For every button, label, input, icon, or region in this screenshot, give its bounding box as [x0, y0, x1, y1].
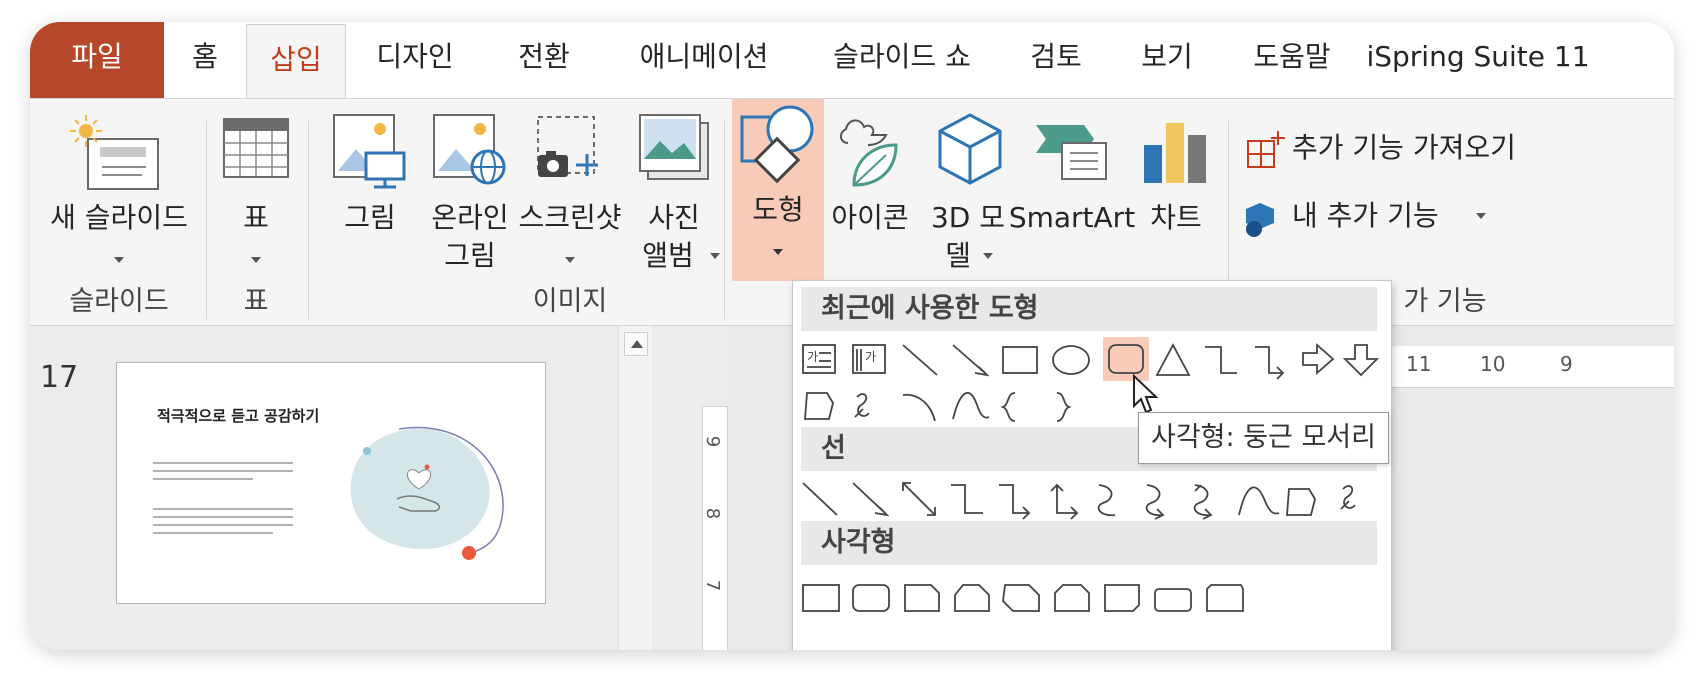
icons-icon: [840, 119, 898, 187]
group-separator: [206, 121, 207, 319]
screenshot-dropdown-icon[interactable]: [565, 257, 575, 263]
3d-models-label-1: 3D 모: [930, 201, 1006, 234]
group-separator: [308, 121, 309, 319]
new-slide-icon: [70, 115, 159, 190]
picture-button[interactable]: [330, 109, 410, 191]
new-slide-button[interactable]: [66, 109, 176, 201]
powerpoint-window: 파일 홈 삽입 디자인 전환 애니메이션 슬라이드 쇼 검토 보기 도움말 iS…: [30, 22, 1674, 650]
rectangle-shapes-grid[interactable]: [793, 577, 1393, 617]
tab-home[interactable]: 홈: [164, 22, 246, 98]
cube-icon: [938, 113, 1002, 185]
online-picture-label-2: 그림: [444, 239, 496, 272]
ruler-tick: 9: [1560, 352, 1573, 376]
3d-models-button[interactable]: [930, 109, 1010, 191]
photo-album-dropdown-icon[interactable]: [710, 253, 720, 259]
slide-thumbnail[interactable]: 적극적으로 듣고 공감하기: [116, 362, 546, 604]
3d-models-label-2: 델: [945, 239, 971, 272]
ruler-tick: 11: [1406, 352, 1432, 376]
ruler-tick: 9: [702, 435, 724, 448]
my-addins-button[interactable]: 내 추가 기능: [1246, 195, 1506, 239]
ruler-tick: 8: [702, 507, 724, 520]
smartart-label: SmartArt: [1008, 201, 1136, 234]
screenshot-button[interactable]: [530, 109, 610, 191]
my-addins-icon: [1246, 203, 1274, 237]
chart-label: 차트: [1150, 201, 1202, 234]
store-add-icon: [1247, 131, 1285, 168]
slide-title: 적극적으로 듣고 공감하기: [157, 407, 320, 425]
section-recent-shapes: 최근에 사용한 도형: [801, 287, 1377, 331]
tab-transitions[interactable]: 전환: [484, 22, 604, 98]
line-shapes-grid[interactable]: [793, 477, 1393, 527]
shape-tooltip: 사각형: 둥근 모서리: [1138, 412, 1389, 464]
tab-help[interactable]: 도움말: [1222, 22, 1362, 98]
tab-slideshow[interactable]: 슬라이드 쇼: [804, 22, 1000, 98]
online-picture-button[interactable]: [430, 109, 510, 191]
group-addins-label: 가 기능: [1403, 286, 1487, 317]
svg-text:가: 가: [807, 350, 818, 364]
picture-icon: [333, 114, 406, 189]
slide-illustration: [350, 426, 504, 560]
tab-review[interactable]: 검토: [1000, 22, 1112, 98]
smartart-button[interactable]: [1032, 109, 1112, 191]
tab-file[interactable]: 파일: [30, 22, 164, 98]
3d-models-dropdown-icon[interactable]: [983, 253, 993, 259]
shapes-gallery: 최근에 사용한 도형 가 가 선 사각형: [792, 280, 1392, 650]
chevron-up-icon: [631, 340, 643, 348]
tab-view[interactable]: 보기: [1112, 22, 1222, 98]
group-separator: [724, 121, 725, 319]
tab-ispring[interactable]: iSpring Suite 11: [1362, 22, 1594, 98]
icons-button[interactable]: [830, 109, 910, 191]
picture-label: 그림: [344, 201, 396, 234]
online-picture-icon: [433, 114, 506, 185]
photo-album-label-2: 앨범: [642, 239, 694, 272]
thumbnail-scrollbar[interactable]: [618, 326, 652, 650]
ribbon-tab-bar: 파일 홈 삽입 디자인 전환 애니메이션 슬라이드 쇼 검토 보기 도움말 iS…: [30, 22, 1674, 100]
slide-body-text-lines: [153, 462, 293, 534]
shapes-icon: [740, 105, 814, 184]
new-slide-dropdown-icon[interactable]: [114, 257, 124, 263]
bar-chart-icon: [1144, 123, 1206, 183]
table-icon: [223, 118, 289, 178]
tab-insert[interactable]: 삽입: [246, 24, 346, 100]
icons-label: 아이콘: [831, 201, 909, 234]
section-rectangles: 사각형: [801, 521, 1377, 565]
slide-number: 17: [40, 360, 79, 395]
photo-album-label-1: 사진: [648, 201, 700, 234]
get-addins-label: 추가 기능 가져오기: [1292, 131, 1516, 164]
shapes-button[interactable]: 도형: [732, 99, 824, 281]
scroll-up-button[interactable]: [624, 332, 648, 356]
horizontal-ruler: 11 10 9: [1392, 346, 1674, 388]
group-slides-label: 슬라이드: [69, 286, 169, 317]
table-label: 표: [243, 201, 269, 234]
my-addins-dropdown-icon[interactable]: [1476, 213, 1486, 219]
get-addins-button[interactable]: 추가 기능 가져오기: [1246, 127, 1666, 171]
screenshot-label: 스크린샷: [518, 201, 622, 234]
screenshot-icon: [537, 116, 598, 177]
slide-thumbnail-panel: 17 적극적으로 듣고 공감하기: [30, 326, 618, 650]
svg-text:가: 가: [865, 350, 876, 364]
vertical-ruler: 9 8 7: [702, 406, 728, 650]
ruler-tick: 7: [702, 579, 724, 592]
my-addins-label: 내 추가 기능: [1292, 199, 1439, 232]
chart-button[interactable]: [1136, 109, 1216, 191]
shapes-label: 도형: [752, 193, 804, 226]
shapes-dropdown-icon[interactable]: [773, 249, 783, 255]
tab-animations[interactable]: 애니메이션: [604, 22, 804, 98]
photo-album-icon: [639, 114, 709, 180]
new-slide-label: 새 슬라이드: [50, 201, 188, 234]
photo-album-button[interactable]: [634, 109, 714, 191]
group-images-label: 이미지: [532, 286, 608, 317]
ruler-tick: 10: [1480, 352, 1506, 376]
smartart-icon: [1036, 125, 1107, 180]
table-button[interactable]: [220, 113, 292, 183]
tab-design[interactable]: 디자인: [346, 22, 484, 98]
group-table-label: 표: [243, 286, 269, 317]
table-dropdown-icon[interactable]: [251, 257, 261, 263]
